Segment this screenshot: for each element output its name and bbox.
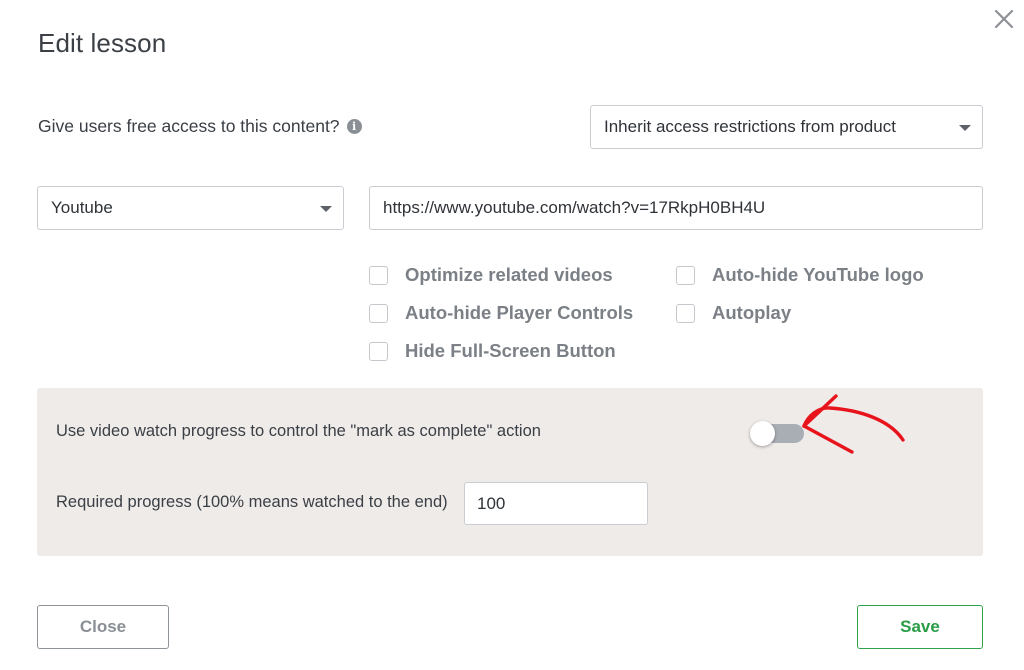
checkbox-label: Optimize related videos <box>405 264 613 285</box>
chevron-down-icon <box>320 206 332 212</box>
checkbox-label: Auto-hide YouTube logo <box>712 264 924 285</box>
free-access-question: Give users free access to this content? … <box>38 116 362 137</box>
checkbox[interactable] <box>369 341 388 361</box>
checkbox-optimize-related-videos[interactable]: Optimize related videos <box>369 264 613 286</box>
video-provider-value: Youtube <box>51 198 113 217</box>
close-icon[interactable] <box>993 8 1015 30</box>
watch-progress-toggle-label: Use video watch progress to control the … <box>56 422 541 440</box>
access-restriction-select[interactable]: Inherit access restrictions from product <box>590 105 983 149</box>
checkbox-label: Auto-hide Player Controls <box>405 302 634 323</box>
required-progress-value: 100 <box>477 493 506 513</box>
checkbox-autoplay[interactable]: Autoplay <box>676 302 791 324</box>
edit-lesson-dialog: Edit lesson Give users free access to th… <box>0 0 1024 670</box>
checkbox-auto-hide-youtube-logo[interactable]: Auto-hide YouTube logo <box>676 264 924 286</box>
video-url-input[interactable]: https://www.youtube.com/watch?v=17RkpH0B… <box>369 186 983 230</box>
required-progress-input[interactable]: 100 <box>464 482 648 525</box>
checkbox-auto-hide-player-controls[interactable]: Auto-hide Player Controls <box>369 302 633 324</box>
checkbox[interactable] <box>369 303 388 323</box>
checkbox-label: Hide Full-Screen Button <box>405 340 616 361</box>
free-access-label: Give users free access to this content? <box>38 116 340 136</box>
close-button[interactable]: Close <box>37 605 169 649</box>
toggle-knob <box>750 421 775 446</box>
checkbox[interactable] <box>676 303 695 323</box>
access-restriction-value: Inherit access restrictions from product <box>604 117 896 136</box>
save-button[interactable]: Save <box>857 605 983 649</box>
checkbox-label: Autoplay <box>712 302 792 323</box>
info-icon[interactable]: i <box>346 119 362 134</box>
checkbox-hide-full-screen-button[interactable]: Hide Full-Screen Button <box>369 340 616 362</box>
red-arrow-annotation-icon <box>802 394 905 454</box>
required-progress-label: Required progress (100% means watched to… <box>56 493 448 511</box>
video-provider-select[interactable]: Youtube <box>37 186 344 230</box>
video-url-value: https://www.youtube.com/watch?v=17RkpH0B… <box>383 198 766 217</box>
dialog-title: Edit lesson <box>38 28 167 58</box>
chevron-down-icon <box>959 125 971 131</box>
checkbox[interactable] <box>369 265 388 285</box>
checkbox[interactable] <box>676 265 695 285</box>
